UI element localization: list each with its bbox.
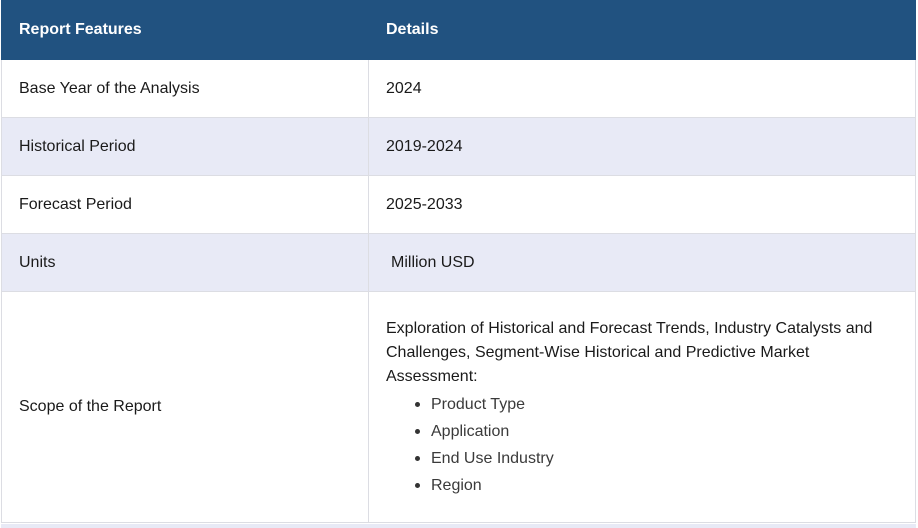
list-item: End Use Industry bbox=[415, 445, 898, 472]
list-item: Application bbox=[415, 418, 898, 445]
scope-detail-cell: Exploration of Historical and Forecast T… bbox=[368, 291, 916, 523]
scope-segment-list: Product Type Application End Use Industr… bbox=[386, 391, 898, 499]
scope-feature-label: Scope of the Report bbox=[1, 291, 369, 523]
next-row-edge bbox=[1, 524, 916, 528]
segment-label: Product Type bbox=[431, 396, 525, 413]
list-item: Product Type bbox=[415, 391, 898, 418]
scope-intro-text: Exploration of Historical and Forecast T… bbox=[386, 320, 873, 385]
row-detail-value: Million USD bbox=[368, 233, 916, 292]
units-value: Million USD bbox=[391, 253, 475, 271]
bullet-icon bbox=[415, 483, 420, 488]
segment-label: Region bbox=[431, 477, 482, 494]
row-feature-label: Base Year of the Analysis bbox=[1, 59, 369, 118]
row-detail-value: 2019-2024 bbox=[368, 117, 916, 176]
header-details: Details bbox=[368, 0, 916, 60]
table-row: Historical Period 2019-2024 bbox=[1, 117, 916, 176]
segment-label: End Use Industry bbox=[431, 450, 554, 467]
table-row: Forecast Period 2025-2033 bbox=[1, 175, 916, 234]
table-row: Base Year of the Analysis 2024 bbox=[1, 59, 916, 118]
header-report-features: Report Features bbox=[1, 0, 369, 60]
row-feature-label: Forecast Period bbox=[1, 175, 369, 234]
row-detail-value: 2024 bbox=[368, 59, 916, 118]
report-features-table: Report Features Details Base Year of the… bbox=[1, 0, 916, 523]
list-item: Region bbox=[415, 472, 898, 499]
table-row-scope: Scope of the Report Exploration of Histo… bbox=[1, 291, 916, 523]
table-header-row: Report Features Details bbox=[1, 0, 916, 60]
row-feature-label: Historical Period bbox=[1, 117, 369, 176]
bullet-icon bbox=[415, 429, 420, 434]
row-feature-label: Units bbox=[1, 233, 369, 292]
segment-label: Application bbox=[431, 423, 510, 440]
table-row: Units Million USD bbox=[1, 233, 916, 292]
bullet-icon bbox=[415, 402, 420, 407]
row-detail-value: 2025-2033 bbox=[368, 175, 916, 234]
bullet-icon bbox=[415, 456, 420, 461]
